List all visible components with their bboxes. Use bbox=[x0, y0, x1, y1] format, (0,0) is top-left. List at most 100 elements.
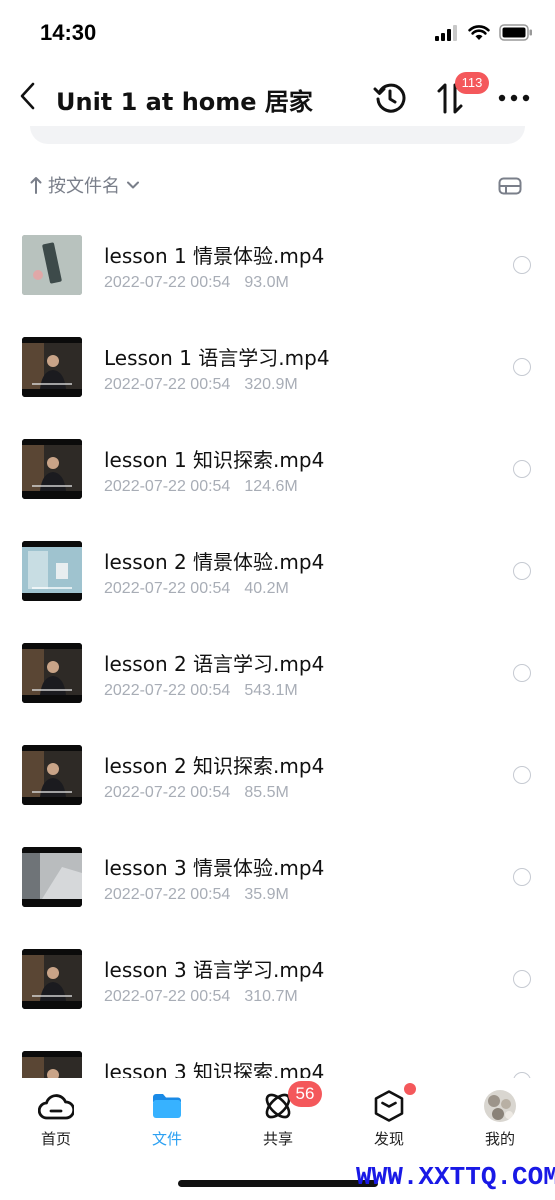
video-thumbnail-speaker bbox=[22, 643, 82, 703]
tab-label: 发现 bbox=[373, 1130, 404, 1148]
file-date: 2022-07-22 00:54 bbox=[104, 478, 231, 495]
file-date: 2022-07-22 00:54 bbox=[104, 682, 231, 699]
file-size: 93.0M bbox=[244, 274, 289, 291]
file-name: lesson 2 知识探索.mp4 bbox=[104, 754, 325, 778]
file-row[interactable]: lesson 1 情景体验.mp4 2022-07-22 00:54 93.0M bbox=[0, 220, 555, 322]
file-name: lesson 1 情景体验.mp4 bbox=[104, 244, 325, 268]
video-thumbnail-speaker bbox=[22, 949, 82, 1009]
file-meta: 2022-07-22 00:54 93.0M bbox=[104, 274, 289, 292]
file-row[interactable]: lesson 3 知识探索.mp4 bbox=[0, 1036, 555, 1078]
wifi-icon bbox=[468, 24, 490, 40]
file-size: 543.1M bbox=[244, 682, 298, 699]
cloud-icon bbox=[38, 1094, 74, 1120]
chevron-down-icon bbox=[127, 181, 139, 189]
video-thumbnail-speaker bbox=[22, 337, 82, 397]
file-thumbnail bbox=[22, 439, 82, 499]
tab-discover[interactable]: 发现 bbox=[349, 1088, 429, 1152]
more-button[interactable] bbox=[494, 78, 534, 118]
discover-notification-dot bbox=[404, 1083, 416, 1095]
transfer-count-badge: 113 bbox=[455, 72, 489, 94]
file-row[interactable]: lesson 2 语言学习.mp4 2022-07-22 00:54 543.1M bbox=[0, 628, 555, 730]
file-thumbnail bbox=[22, 541, 82, 601]
tab-me[interactable]: 我的 bbox=[460, 1088, 540, 1152]
tab-label: 我的 bbox=[484, 1130, 515, 1148]
back-button[interactable] bbox=[12, 78, 44, 114]
history-icon bbox=[373, 83, 406, 113]
file-row[interactable]: Lesson 1 语言学习.mp4 2022-07-22 00:54 320.9M bbox=[0, 322, 555, 424]
tab-files[interactable]: 文件 bbox=[127, 1088, 207, 1152]
select-checkbox[interactable] bbox=[513, 970, 531, 988]
file-size: 35.9M bbox=[244, 886, 289, 903]
home-indicator[interactable] bbox=[178, 1180, 378, 1187]
sort-row: 按文件名 bbox=[30, 168, 530, 204]
page-title: Unit 1 at home 居家 bbox=[56, 88, 313, 116]
file-list: lesson 1 情景体验.mp4 2022-07-22 00:54 93.0M Le… bbox=[0, 220, 555, 1078]
file-thumbnail bbox=[22, 235, 82, 295]
file-date: 2022-07-22 00:54 bbox=[104, 784, 231, 801]
file-size: 40.2M bbox=[244, 580, 289, 597]
file-name: lesson 3 情景体验.mp4 bbox=[104, 856, 325, 880]
watermark: WWW.XXTTQ.COM bbox=[356, 1162, 555, 1192]
file-size: 85.5M bbox=[244, 784, 289, 801]
video-thumbnail-speaker bbox=[22, 1051, 82, 1078]
file-row[interactable]: lesson 2 知识探索.mp4 2022-07-22 00:54 85.5M bbox=[0, 730, 555, 832]
file-thumbnail bbox=[22, 847, 82, 907]
select-checkbox[interactable] bbox=[513, 664, 531, 682]
sort-label: 按文件名 bbox=[48, 176, 120, 197]
status-time: 14:30 bbox=[40, 20, 97, 45]
video-thumbnail-speaker bbox=[22, 745, 82, 805]
file-size: 310.7M bbox=[244, 988, 298, 1005]
video-thumbnail-speaker bbox=[22, 439, 82, 499]
file-meta: 2022-07-22 00:54 40.2M bbox=[104, 580, 289, 598]
select-checkbox[interactable] bbox=[513, 868, 531, 886]
video-thumbnail-scene bbox=[22, 847, 82, 907]
signal-icon bbox=[435, 24, 457, 41]
file-meta: 2022-07-22 00:54 320.9M bbox=[104, 376, 298, 394]
file-date: 2022-07-22 00:54 bbox=[104, 274, 231, 291]
select-checkbox[interactable] bbox=[513, 766, 531, 784]
folder-icon bbox=[153, 1094, 181, 1118]
tab-label: 首页 bbox=[40, 1130, 71, 1148]
file-name: Lesson 1 语言学习.mp4 bbox=[104, 346, 330, 370]
file-row[interactable]: lesson 3 语言学习.mp4 2022-07-22 00:54 310.7M bbox=[0, 934, 555, 1036]
tab-home[interactable]: 首页 bbox=[16, 1088, 96, 1152]
discover-box-icon bbox=[374, 1090, 404, 1122]
status-icons bbox=[435, 24, 533, 41]
file-date: 2022-07-22 00:54 bbox=[104, 988, 231, 1005]
file-row[interactable]: lesson 1 知识探索.mp4 2022-07-22 00:54 124.6M bbox=[0, 424, 555, 526]
search-bar[interactable] bbox=[30, 126, 525, 144]
file-date: 2022-07-22 00:54 bbox=[104, 580, 231, 597]
list-view-icon bbox=[498, 177, 522, 195]
file-row[interactable]: lesson 3 情景体验.mp4 2022-07-22 00:54 35.9M bbox=[0, 832, 555, 934]
file-date: 2022-07-22 00:54 bbox=[104, 376, 231, 393]
tab-label: 文件 bbox=[151, 1130, 182, 1148]
view-toggle-button[interactable] bbox=[496, 172, 524, 200]
file-meta: 2022-07-22 00:54 543.1M bbox=[104, 682, 298, 700]
share-count-badge: 56 bbox=[288, 1081, 322, 1107]
file-name: lesson 3 知识探索.mp4 bbox=[104, 1060, 325, 1078]
file-row[interactable]: lesson 2 情景体验.mp4 2022-07-22 00:54 40.2M bbox=[0, 526, 555, 628]
video-thumbnail-scene bbox=[22, 235, 82, 295]
file-meta: 2022-07-22 00:54 124.6M bbox=[104, 478, 298, 496]
select-checkbox[interactable] bbox=[513, 256, 531, 274]
status-bar: 14:30 bbox=[0, 0, 555, 60]
chevron-left-icon bbox=[20, 82, 35, 110]
file-meta: 2022-07-22 00:54 35.9M bbox=[104, 886, 289, 904]
file-name: lesson 1 知识探索.mp4 bbox=[104, 448, 325, 472]
video-thumbnail-scene bbox=[22, 541, 82, 601]
tab-label: 共享 bbox=[262, 1130, 293, 1148]
file-meta: 2022-07-22 00:54 85.5M bbox=[104, 784, 289, 802]
select-checkbox[interactable] bbox=[513, 562, 531, 580]
file-size: 320.9M bbox=[244, 376, 298, 393]
file-meta: 2022-07-22 00:54 310.7M bbox=[104, 988, 298, 1006]
history-button[interactable] bbox=[370, 78, 410, 118]
file-name: lesson 3 语言学习.mp4 bbox=[104, 958, 325, 982]
battery-icon bbox=[499, 24, 532, 41]
file-name: lesson 2 情景体验.mp4 bbox=[104, 550, 325, 574]
select-checkbox[interactable] bbox=[513, 460, 531, 478]
file-date: 2022-07-22 00:54 bbox=[104, 886, 231, 903]
sort-button[interactable]: 按文件名 bbox=[30, 172, 140, 198]
file-thumbnail bbox=[22, 949, 82, 1009]
file-thumbnail bbox=[22, 643, 82, 703]
select-checkbox[interactable] bbox=[513, 358, 531, 376]
